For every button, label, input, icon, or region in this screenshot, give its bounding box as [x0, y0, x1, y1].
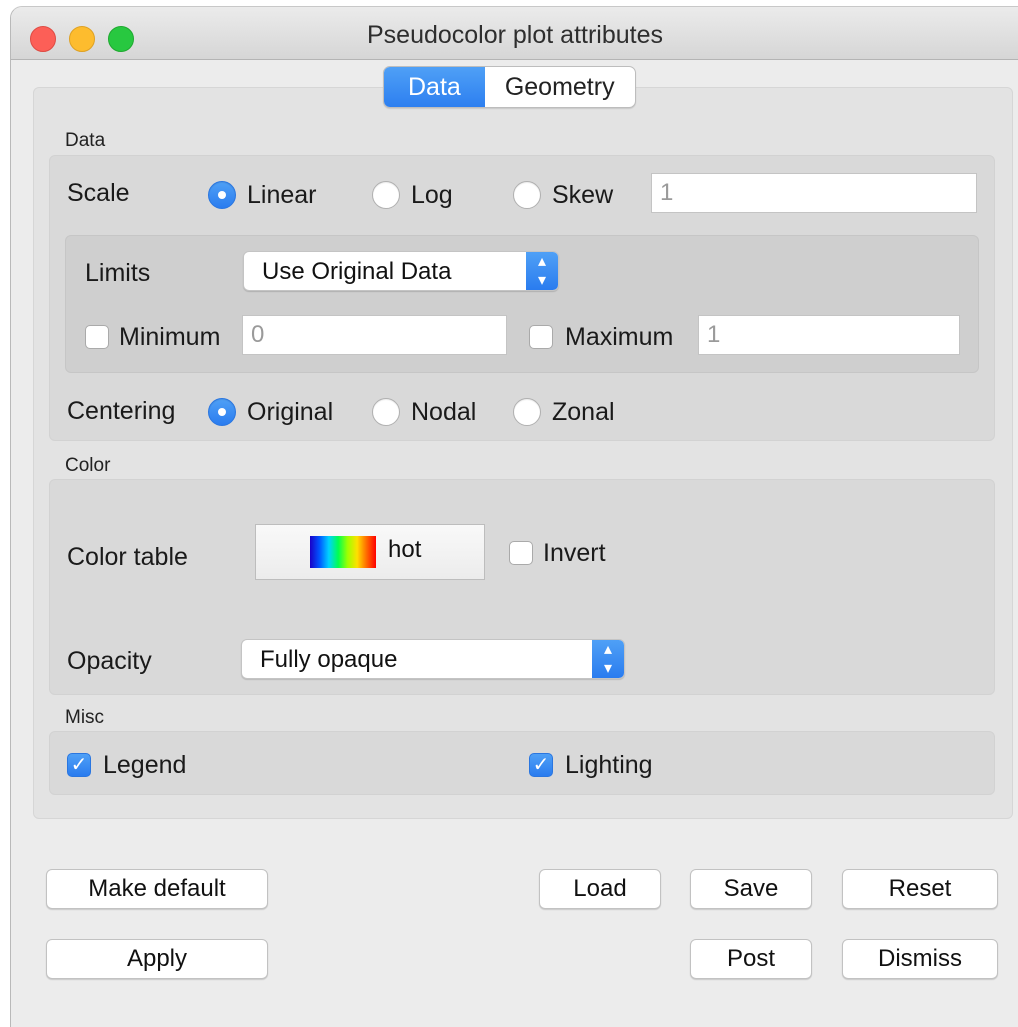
limits-mode-value: Use Original Data: [262, 258, 452, 285]
minimum-value-input[interactable]: [242, 315, 507, 355]
color-table-name: hot: [388, 536, 422, 563]
color-table-label: Color table: [67, 543, 188, 571]
scale-linear-label[interactable]: Linear: [247, 181, 317, 210]
save-button[interactable]: Save: [690, 869, 812, 909]
tab-geometry[interactable]: Geometry: [485, 67, 635, 107]
window-title: Pseudocolor plot attributes: [366, 21, 663, 49]
limits-mode-select[interactable]: Use Original Data ▴ ▾: [243, 251, 559, 291]
attributes-window: Pseudocolor plot attributes Data Geometr…: [10, 6, 1018, 1027]
opacity-select[interactable]: Fully opaque ▴ ▾: [241, 639, 625, 679]
scale-log-label[interactable]: Log: [411, 181, 453, 210]
centering-original-label[interactable]: Original: [247, 398, 333, 427]
limits-label: Limits: [85, 259, 151, 287]
post-button[interactable]: Post: [690, 939, 812, 979]
scale-skew-radio[interactable]: [513, 181, 541, 209]
opacity-label: Opacity: [67, 647, 152, 675]
select-arrows-icon: ▴ ▾: [592, 640, 624, 678]
centering-label: Centering: [67, 397, 176, 425]
tab-data[interactable]: Data: [384, 67, 485, 107]
invert-label[interactable]: Invert: [543, 539, 606, 568]
scale-label: Scale: [67, 179, 130, 207]
invert-checkbox[interactable]: [509, 541, 533, 565]
maximum-label[interactable]: Maximum: [565, 323, 673, 352]
scale-log-radio[interactable]: [372, 181, 400, 209]
reset-button[interactable]: Reset: [842, 869, 998, 909]
tab-bar: Data Geometry: [383, 66, 636, 108]
title-bar[interactable]: Pseudocolor plot attributes: [11, 7, 1018, 60]
legend-checkbox[interactable]: ✓: [67, 753, 91, 777]
dismiss-button[interactable]: Dismiss: [842, 939, 998, 979]
centering-nodal-radio[interactable]: [372, 398, 400, 426]
scale-skew-label[interactable]: Skew: [552, 181, 613, 210]
legend-label[interactable]: Legend: [103, 751, 186, 780]
minimum-label[interactable]: Minimum: [119, 323, 220, 352]
make-default-button[interactable]: Make default: [46, 869, 268, 909]
data-section-label: Data: [65, 130, 106, 151]
misc-group: [49, 731, 995, 795]
opacity-value: Fully opaque: [260, 646, 398, 673]
skew-value-input[interactable]: [651, 173, 977, 213]
centering-zonal-radio[interactable]: [513, 398, 541, 426]
scale-linear-radio[interactable]: [208, 181, 236, 209]
color-gradient-swatch: [310, 536, 376, 568]
color-table-button[interactable]: hot: [255, 524, 485, 580]
load-button[interactable]: Load: [539, 869, 661, 909]
lighting-checkbox[interactable]: ✓: [529, 753, 553, 777]
color-section-label: Color: [65, 455, 111, 476]
centering-original-radio[interactable]: [208, 398, 236, 426]
centering-zonal-label[interactable]: Zonal: [552, 398, 615, 427]
lighting-label[interactable]: Lighting: [565, 751, 653, 780]
misc-section-label: Misc: [65, 707, 105, 728]
centering-nodal-label[interactable]: Nodal: [411, 398, 476, 427]
maximum-value-input[interactable]: [698, 315, 960, 355]
apply-button[interactable]: Apply: [46, 939, 268, 979]
select-arrows-icon: ▴ ▾: [526, 252, 558, 290]
maximum-checkbox[interactable]: [529, 325, 553, 349]
minimum-checkbox[interactable]: [85, 325, 109, 349]
